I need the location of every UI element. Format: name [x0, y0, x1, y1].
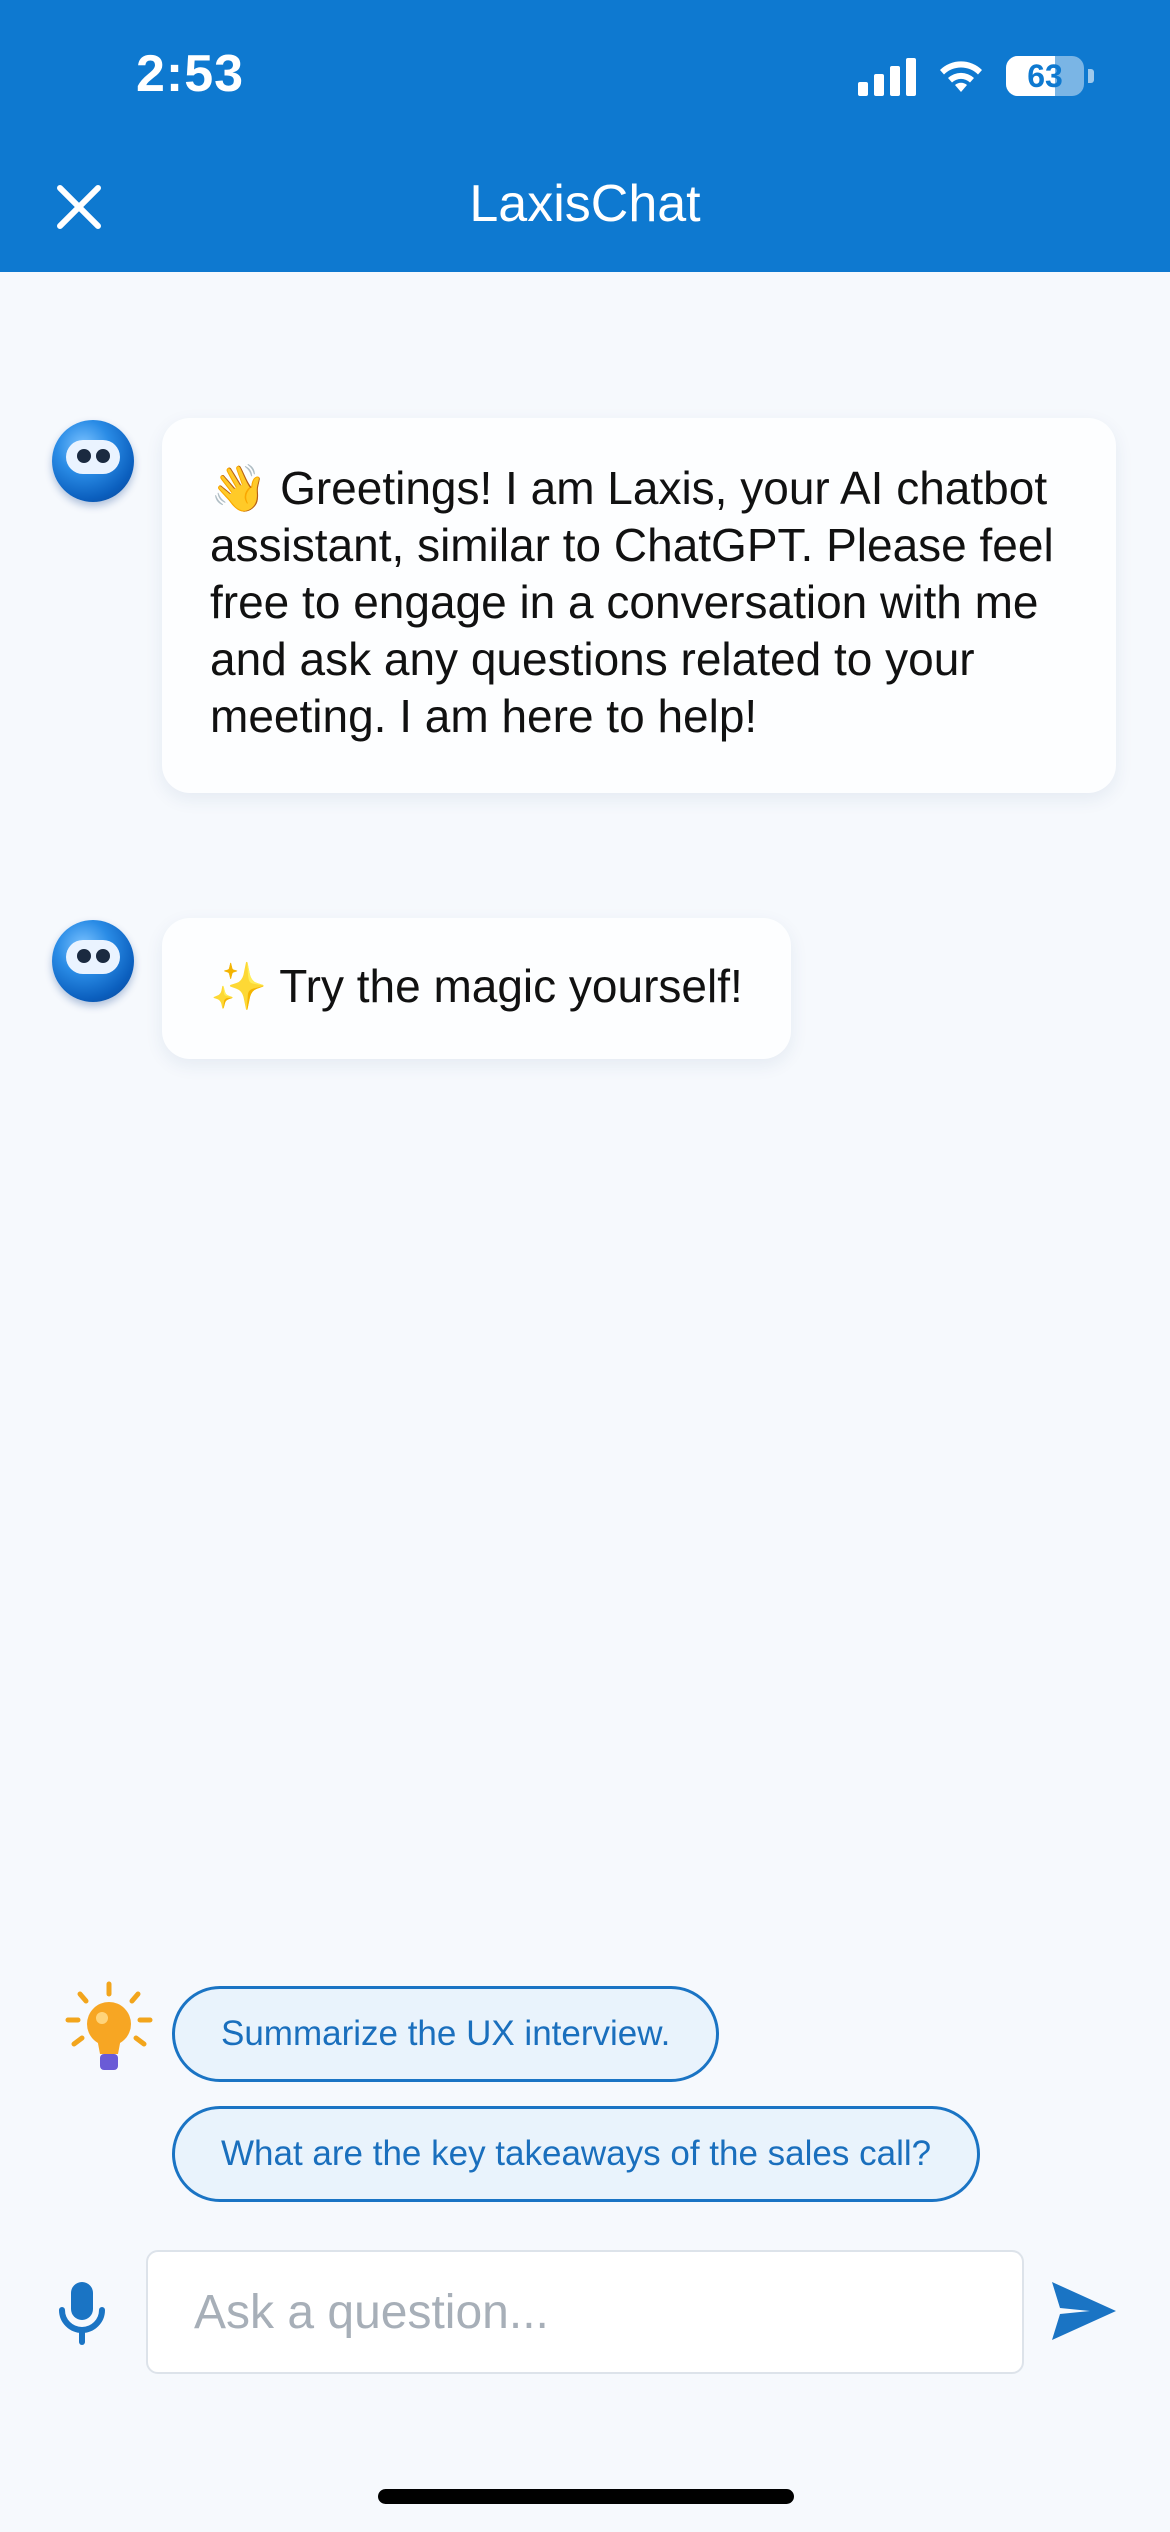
- sparkles-emoji: ✨: [210, 959, 268, 1013]
- chat-message: 👋 Greetings! I am Laxis, your AI chatbot…: [52, 418, 1116, 793]
- send-icon[interactable]: [1050, 2278, 1118, 2344]
- bot-avatar: [52, 920, 134, 1002]
- suggestion-chip[interactable]: Summarize the UX interview.: [172, 1986, 720, 2082]
- status-icons: 63: [858, 52, 1094, 100]
- status-time: 2:53: [136, 45, 245, 103]
- cellular-signal-icon: [858, 56, 916, 96]
- bot-avatar: [52, 420, 134, 502]
- message-bubble: ✨ Try the magic yourself!: [162, 918, 791, 1059]
- chat-screen: 2:53 63 LaxisChat 👋 Greetings! I am Laxi…: [0, 0, 1170, 2532]
- battery-icon: 63: [1006, 56, 1084, 96]
- microphone-icon[interactable]: [56, 2280, 108, 2346]
- chat-message: ✨ Try the magic yourself!: [52, 918, 791, 1059]
- battery-level: 63: [1027, 58, 1063, 94]
- suggestion-chip[interactable]: What are the key takeaways of the sales …: [172, 2106, 981, 2202]
- page-title: LaxisChat: [469, 175, 701, 233]
- wifi-icon: [940, 61, 982, 92]
- home-indicator[interactable]: [378, 2489, 794, 2504]
- message-bubble: 👋 Greetings! I am Laxis, your AI chatbot…: [162, 418, 1116, 793]
- wave-emoji: 👋: [210, 461, 268, 515]
- question-input[interactable]: [146, 2250, 1024, 2374]
- message-text: Try the magic yourself!: [279, 960, 743, 1012]
- message-text: Greetings! I am Laxis, your AI chatbot a…: [210, 462, 1054, 742]
- lightbulb-icon: [65, 1981, 153, 2070]
- app-header: 2:53 63 LaxisChat: [0, 0, 1170, 272]
